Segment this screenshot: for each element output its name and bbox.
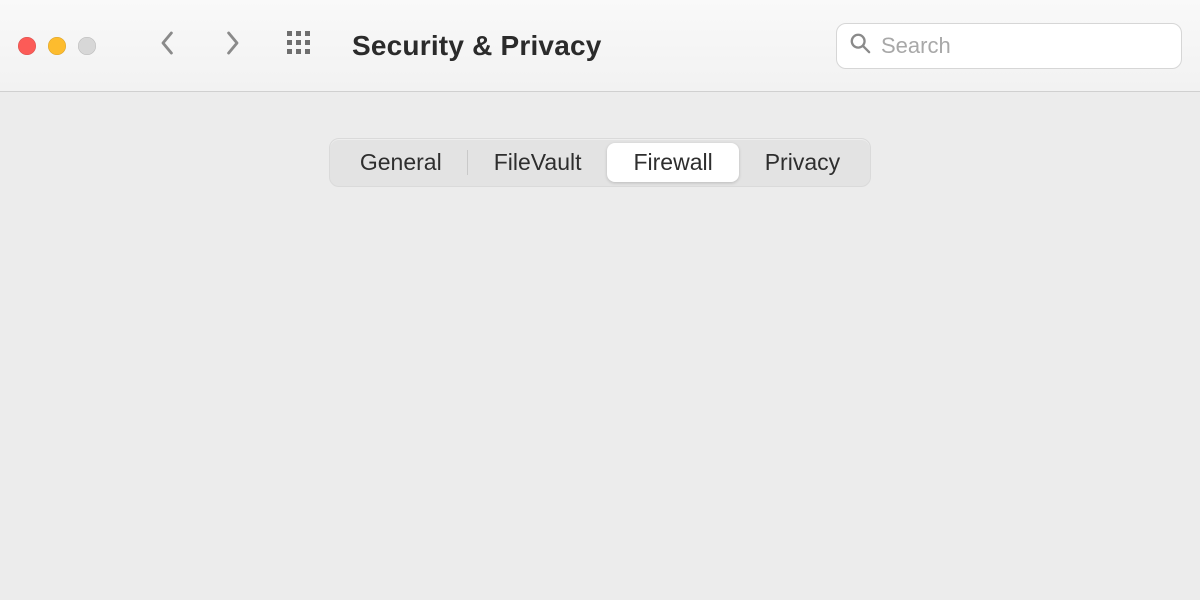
firewall-description: The firewall is turned on and set up to … [95, 319, 1095, 384]
firewall-status-label: Firewall: On [137, 258, 286, 289]
zoom-window-button[interactable] [78, 37, 96, 55]
show-all-button[interactable] [286, 33, 312, 59]
chevron-left-icon [158, 28, 178, 63]
firewall-options-button[interactable]: Firewall Options… [875, 430, 1105, 470]
chevron-right-icon [222, 28, 242, 63]
tab-label: General [360, 149, 442, 175]
tab-general[interactable]: General [334, 143, 468, 182]
status-indicator-icon [95, 263, 115, 283]
traffic-lights [18, 37, 96, 55]
tab-label: Privacy [765, 149, 840, 175]
back-button[interactable] [148, 26, 188, 66]
tab-bar: General FileVault Firewall Privacy [329, 138, 871, 187]
tab-filevault[interactable]: FileVault [468, 143, 608, 182]
turn-off-firewall-button[interactable]: Turn Off Firewall [894, 251, 1105, 291]
search-input[interactable] [881, 33, 1169, 59]
window-toolbar: Security & Privacy [0, 0, 1200, 92]
firewall-status-row: Firewall: On [95, 258, 286, 289]
tab-label: FileVault [494, 149, 582, 175]
minimize-window-button[interactable] [48, 37, 66, 55]
nav-buttons [148, 26, 252, 66]
tab-privacy[interactable]: Privacy [739, 143, 866, 182]
close-window-button[interactable] [18, 37, 36, 55]
tab-firewall[interactable]: Firewall [607, 143, 738, 182]
tab-label: Firewall [633, 149, 712, 175]
forward-button[interactable] [212, 26, 252, 66]
firewall-panel: Firewall: On Turn Off Firewall The firew… [12, 165, 1188, 585]
window-title: Security & Privacy [352, 30, 602, 62]
search-icon [849, 32, 871, 59]
grid-icon [286, 30, 312, 61]
search-field[interactable] [836, 23, 1182, 69]
